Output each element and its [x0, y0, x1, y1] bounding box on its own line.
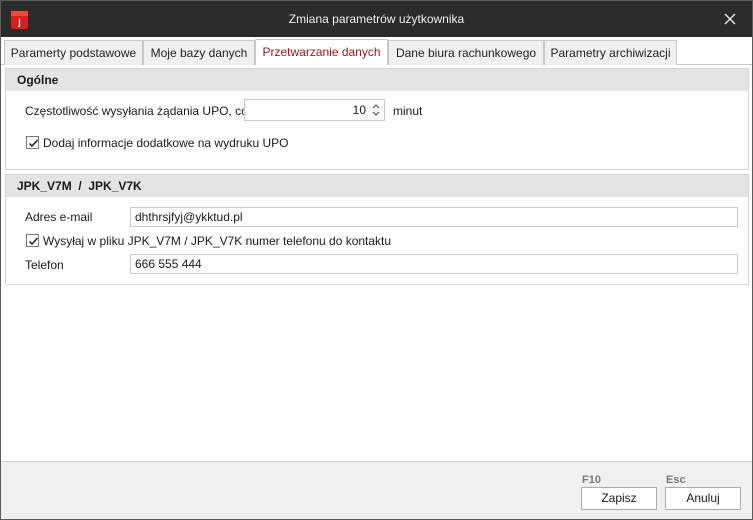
- close-icon[interactable]: [716, 7, 744, 31]
- email-label: Adres e-mail: [25, 210, 93, 224]
- add-info-checkbox[interactable]: [26, 136, 39, 149]
- email-field[interactable]: dhthrsjfyj@ykktud.pl: [130, 207, 738, 227]
- dialog-footer: F10 Zapisz Esc Anuluj: [1, 462, 752, 519]
- tab-my-databases[interactable]: Moje bazy danych: [143, 40, 255, 65]
- upo-frequency-label: Częstotliwość wysyłania żądania UPO, co: [25, 104, 248, 118]
- cancel-button[interactable]: Anuluj: [665, 487, 741, 510]
- upo-frequency-spinner[interactable]: 10: [244, 99, 385, 121]
- cancel-shortcut-hint: Esc: [666, 474, 686, 486]
- general-group: Ogólne Częstotliwość wysyłania żądania U…: [5, 68, 749, 170]
- phone-field[interactable]: 666 555 444: [130, 254, 738, 274]
- jpk-group: JPK_V7M / JPK_V7K Adres e-mail dhthrsjfy…: [5, 174, 749, 285]
- tab-content: Ogólne Częstotliwość wysyłania żądania U…: [1, 65, 752, 461]
- tab-archiving-parameters[interactable]: Parametry archiwizacji: [544, 40, 677, 65]
- send-phone-label: Wysyłaj w pliku JPK_V7M / JPK_V7K numer …: [43, 234, 392, 248]
- title-bar: j Zmiana parametrów użytkownika: [1, 1, 752, 37]
- phone-label: Telefon: [25, 258, 64, 272]
- general-group-header: Ogólne: [6, 69, 748, 91]
- jpk-group-header: JPK_V7M / JPK_V7K: [6, 175, 748, 197]
- send-phone-checkbox[interactable]: [26, 234, 39, 247]
- tab-bar: Paramerty podstawowe Moje bazy danych Pr…: [1, 39, 752, 65]
- add-info-label: Dodaj informacje dodatkowe na wydruku UP…: [43, 136, 289, 150]
- dialog-window: j Zmiana parametrów użytkownika Paramert…: [0, 0, 753, 520]
- save-shortcut-hint: F10: [582, 474, 601, 486]
- window-title: Zmiana parametrów użytkownika: [288, 12, 465, 26]
- tab-basic-parameters[interactable]: Paramerty podstawowe: [4, 40, 143, 65]
- save-button[interactable]: Zapisz: [581, 487, 657, 510]
- tab-data-processing[interactable]: Przetwarzanie danych: [255, 39, 388, 65]
- upo-unit-label: minut: [393, 104, 423, 118]
- tab-accounting-office[interactable]: Dane biura rachunkowego: [388, 40, 544, 65]
- spinner-arrows-icon[interactable]: [370, 101, 382, 119]
- upo-frequency-value: 10: [352, 103, 366, 117]
